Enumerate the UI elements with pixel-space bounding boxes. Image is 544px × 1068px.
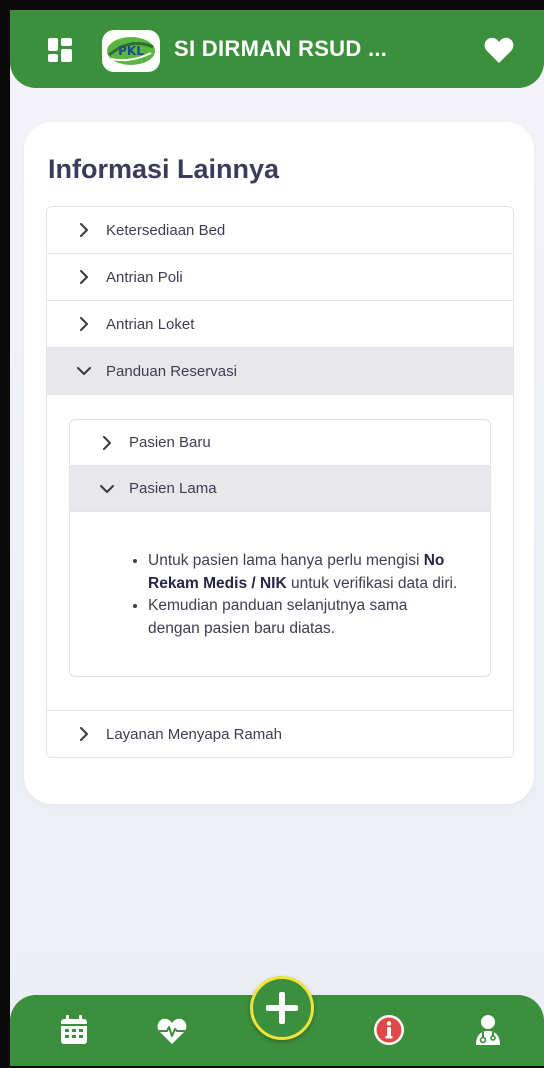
accordion-label: Antrian Poli (106, 268, 183, 286)
accordion-item-ketersediaan-bed[interactable]: Ketersediaan Bed (47, 207, 513, 254)
guide-list: Untuk pasien lama hanya perlu mengisi No… (132, 550, 460, 640)
chevron-down-icon (77, 367, 91, 375)
pasien-lama-panel: Untuk pasien lama hanya perlu mengisi No… (70, 512, 490, 676)
add-button[interactable] (250, 976, 314, 1040)
calendar-icon[interactable] (60, 1015, 88, 1045)
list-item: Kemudian panduan selanjutnya sama dengan… (148, 595, 460, 640)
reservasi-accordion: Pasien Baru Pasien Lama Untuk pasien lam… (69, 419, 491, 677)
accordion-label: Ketersediaan Bed (106, 221, 226, 239)
accordion-label: Panduan Reservasi (106, 362, 237, 380)
accordion-item-pasien-lama[interactable]: Pasien Lama (70, 466, 490, 512)
doctor-icon[interactable] (474, 1014, 502, 1046)
info-accordion: Ketersediaan Bed Antrian Poli Antrian Lo… (46, 206, 514, 758)
page-title: Informasi Lainnya (48, 154, 280, 184)
guide-text: Kemudian panduan selanjutnya sama dengan… (148, 597, 408, 637)
app-title: SI DIRMAN RSUD ... (174, 36, 388, 61)
accordion-item-antrian-loket[interactable]: Antrian Loket (47, 301, 513, 348)
chevron-right-icon (80, 270, 88, 284)
chevron-right-icon (80, 727, 88, 741)
guide-text: Untuk pasien lama hanya perlu mengisi (148, 552, 420, 569)
panduan-reservasi-panel: Pasien Baru Pasien Lama Untuk pasien lam… (47, 395, 513, 711)
guide-text: untuk verifikasi data diri. (291, 574, 458, 592)
accordion-item-layanan-menyapa-ramah[interactable]: Layanan Menyapa Ramah (47, 711, 513, 757)
info-icon[interactable] (373, 1014, 405, 1046)
add-icon (266, 992, 298, 1024)
logo-text: PKL (118, 44, 144, 58)
accordion-item-panduan-reservasi[interactable]: Panduan Reservasi (47, 348, 513, 395)
app-header: PKL SI DIRMAN RSUD ... (10, 10, 544, 88)
heartbeat-icon[interactable] (156, 1017, 188, 1045)
accordion-label: Pasien Baru (129, 434, 211, 451)
accordion-item-antrian-poli[interactable]: Antrian Poli (47, 254, 513, 301)
dashboard-grid-icon[interactable] (48, 38, 72, 62)
heart-icon[interactable] (484, 36, 514, 64)
accordion-label: Pasien Lama (129, 480, 217, 497)
app-screen: PKL SI DIRMAN RSUD ... Informasi Lainnya… (10, 10, 544, 1066)
app-logo: PKL (102, 30, 160, 72)
accordion-label: Antrian Loket (106, 315, 195, 333)
accordion-label: Layanan Menyapa Ramah (106, 725, 282, 743)
chevron-right-icon (103, 435, 111, 450)
chevron-right-icon (80, 223, 88, 237)
info-card: Informasi Lainnya Ketersediaan Bed Antri… (24, 122, 534, 804)
chevron-right-icon (80, 317, 88, 331)
list-item: Untuk pasien lama hanya perlu mengisi No… (148, 550, 460, 595)
chevron-down-icon (100, 484, 114, 493)
accordion-item-pasien-baru[interactable]: Pasien Baru (70, 420, 490, 466)
